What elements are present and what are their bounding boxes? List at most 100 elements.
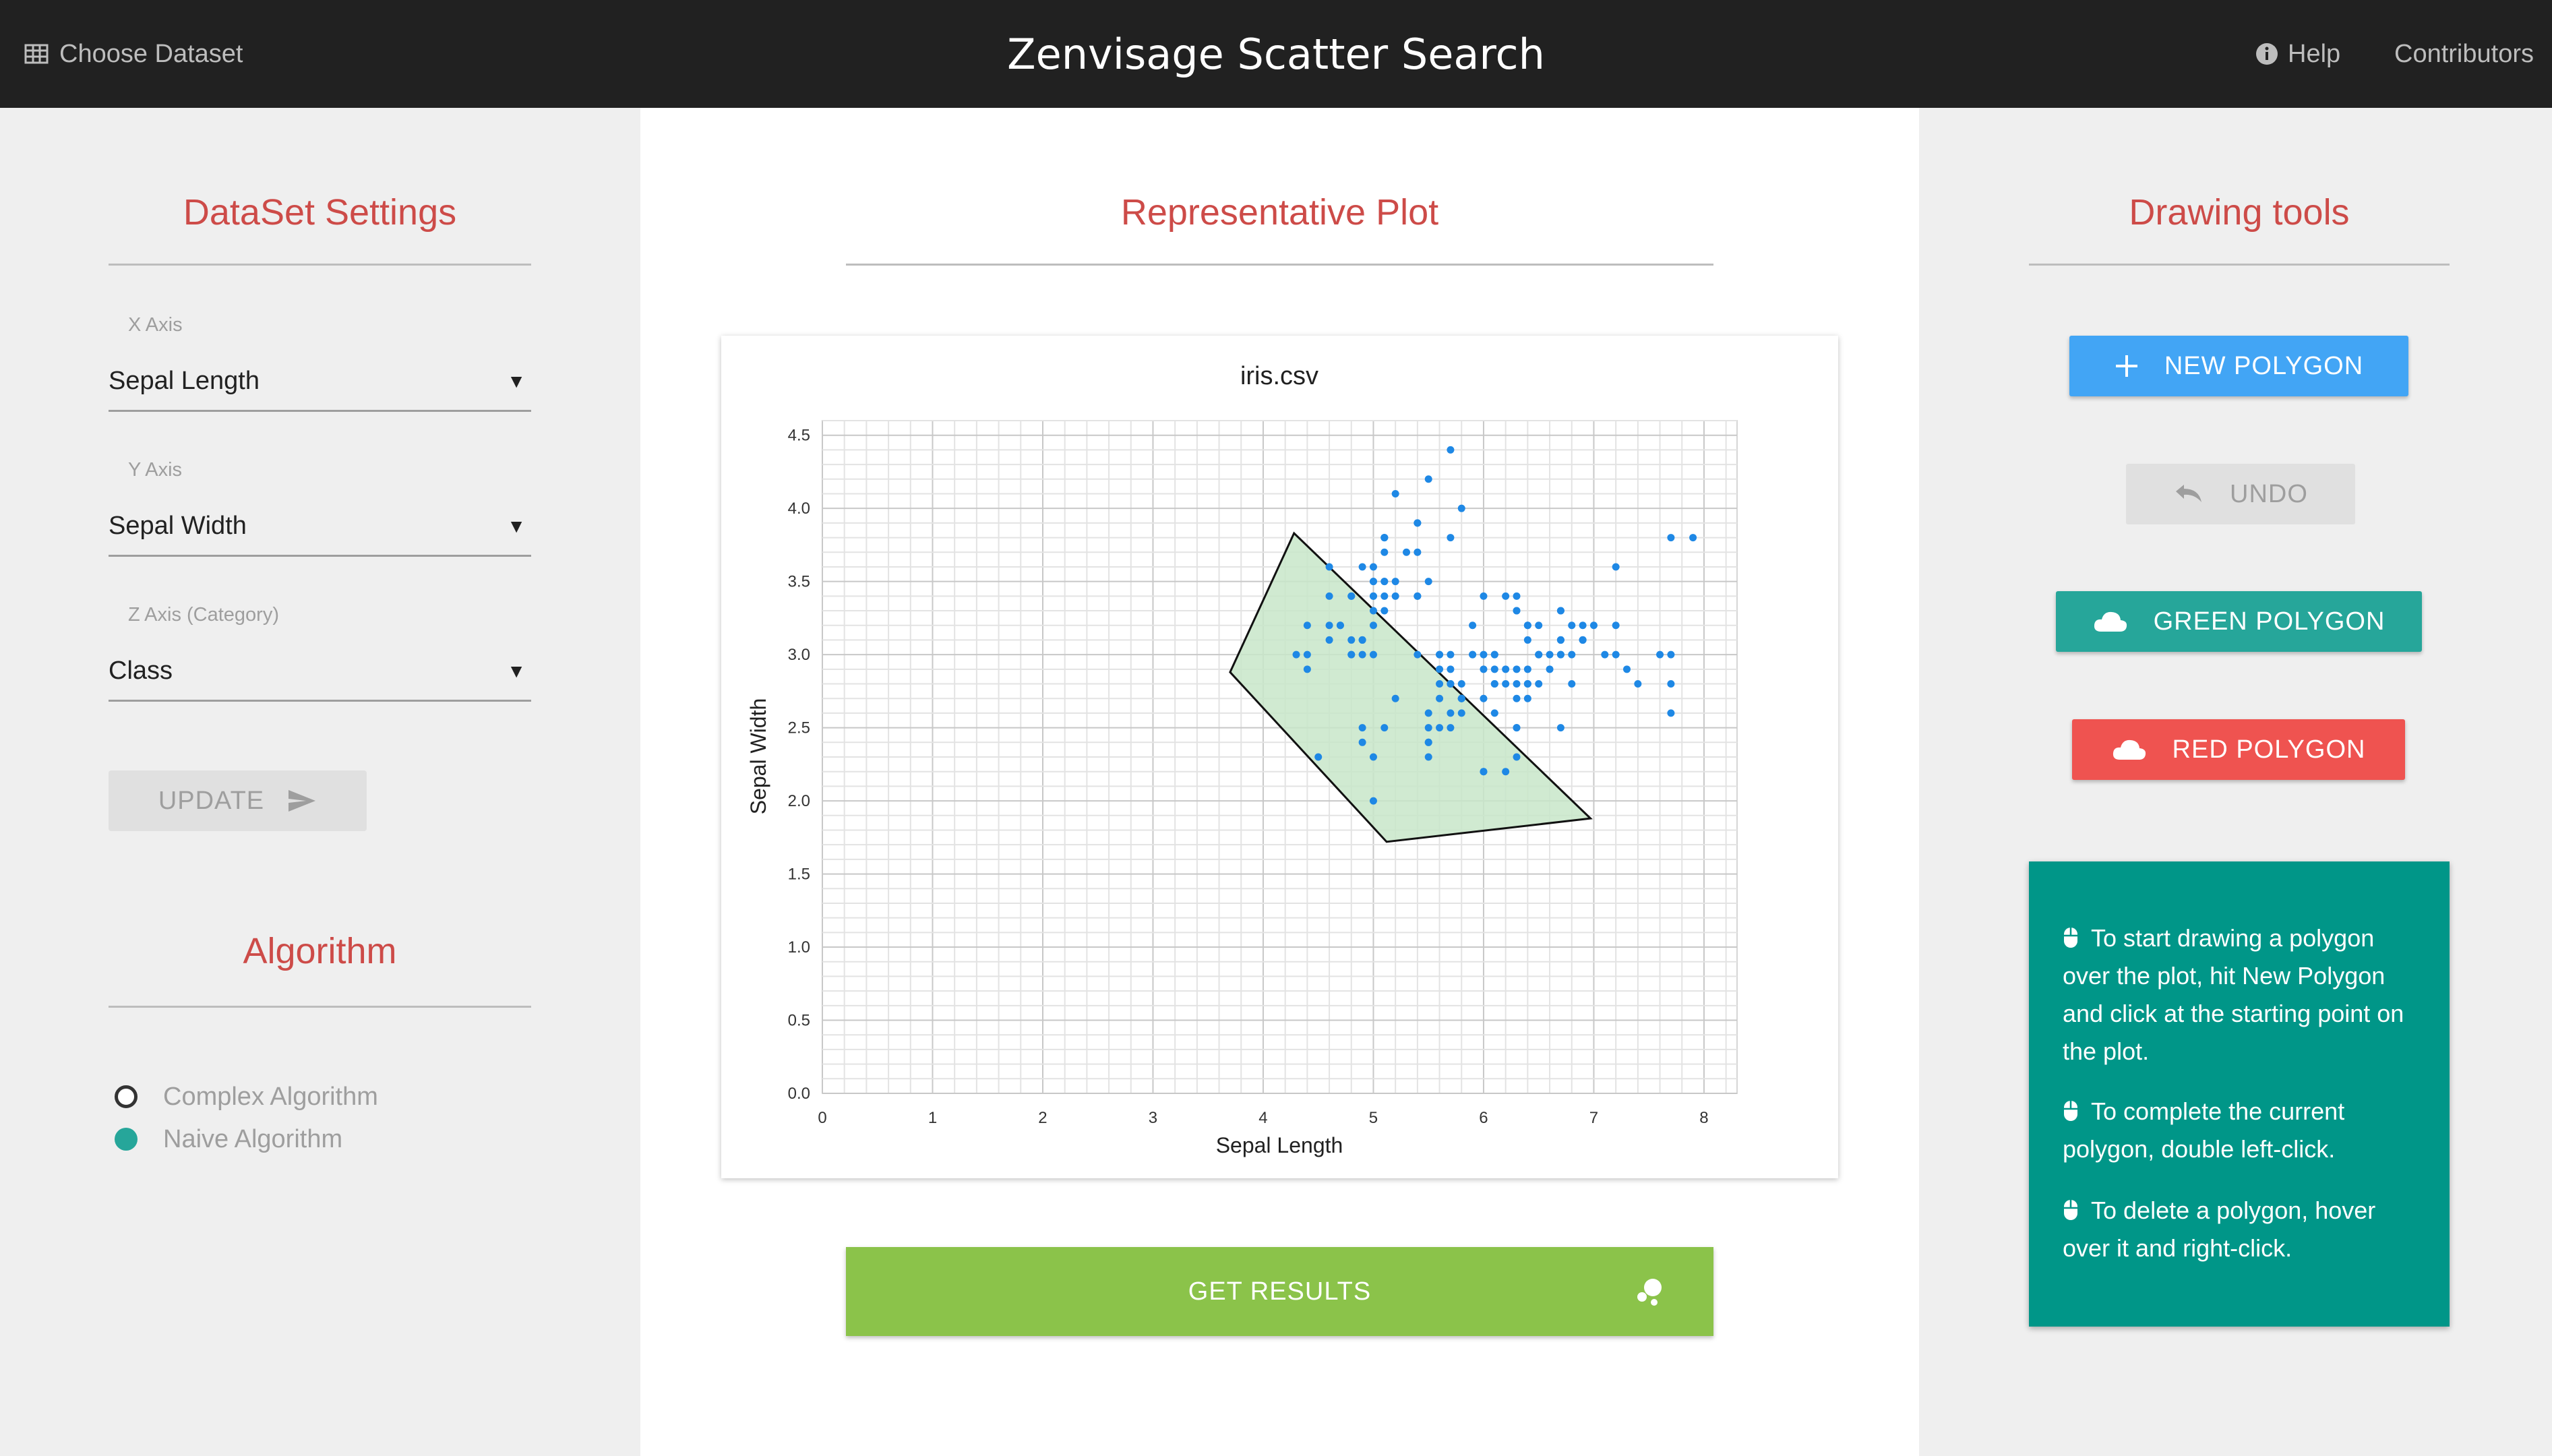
data-point xyxy=(1490,665,1498,673)
cloud-icon xyxy=(2113,739,2146,760)
data-point xyxy=(1469,650,1477,659)
help-item: To start drawing a polygon over the plot… xyxy=(2063,919,2427,1070)
data-point xyxy=(1546,650,1554,659)
x-tick-label: 2 xyxy=(1038,1109,1047,1127)
divider xyxy=(109,264,531,266)
data-point xyxy=(1502,592,1510,600)
data-point xyxy=(1523,694,1531,702)
help-text: To complete the current polygon, double … xyxy=(2063,1097,2345,1163)
data-point xyxy=(1480,665,1488,673)
data-point xyxy=(1689,534,1697,542)
data-point xyxy=(1523,680,1531,688)
drawing-tools-heading: Drawing tools xyxy=(2129,192,2350,233)
scatter-plot[interactable]: 0 1 2 3 4 5 6 7 80.00.51.01.52.02.53.03.54.04.5 … xyxy=(721,336,1838,1178)
y-tick-label: 1.0 xyxy=(788,938,810,957)
mouse-icon xyxy=(2064,928,2077,948)
radio-label: Naive Algorithm xyxy=(163,1124,343,1153)
data-point xyxy=(1369,607,1377,615)
data-point xyxy=(1369,650,1377,659)
data-point xyxy=(1513,724,1521,732)
mouse-icon xyxy=(2064,1200,2077,1220)
data-point xyxy=(1447,680,1455,688)
z-axis-label: Z Axis (Category) xyxy=(128,604,279,626)
y-axis-title: Sepal Width xyxy=(746,698,770,815)
data-point xyxy=(1314,753,1323,761)
radio-unchecked-icon xyxy=(115,1085,138,1108)
y-axis-select[interactable]: Sepal Width ▼ xyxy=(109,501,531,557)
data-point xyxy=(1556,724,1564,732)
data-point xyxy=(1347,636,1356,644)
radio-checked-icon xyxy=(115,1128,138,1151)
y-tick-label: 2.0 xyxy=(788,792,810,810)
undo-icon xyxy=(2176,485,2202,502)
undo-button[interactable]: UNDO xyxy=(2126,464,2355,524)
data-point xyxy=(1523,636,1531,644)
dropdown-arrow-icon: ▼ xyxy=(507,371,526,392)
help-link[interactable]: Help xyxy=(2255,34,2340,74)
plus-icon xyxy=(2115,355,2137,377)
data-point xyxy=(1391,489,1399,497)
x-axis-select[interactable]: Sepal Length ▼ xyxy=(109,356,531,412)
data-point xyxy=(1480,768,1488,776)
data-point xyxy=(1535,680,1543,688)
data-point xyxy=(1656,650,1664,659)
x-axis-title: Sepal Length xyxy=(1216,1133,1343,1157)
data-point xyxy=(1490,680,1498,688)
data-point xyxy=(1403,548,1411,556)
y-tick-label: 1.5 xyxy=(788,866,810,884)
contributors-link[interactable]: Contributors xyxy=(2394,34,2534,74)
z-axis-select[interactable]: Class ▼ xyxy=(109,646,531,702)
plot-card[interactable]: 0 1 2 3 4 5 6 7 8 0.0 0.5 1.0 1.5 2.0 2.5 3.0 3.5 4.0 4.5 … xyxy=(721,336,1838,1178)
data-point xyxy=(1556,607,1564,615)
data-point xyxy=(1457,709,1465,717)
green-polygon-button[interactable]: GREEN POLYGON xyxy=(2056,591,2422,652)
data-point xyxy=(1414,519,1422,527)
representative-plot-heading: Representative Plot xyxy=(1120,192,1439,233)
choose-dataset-button[interactable]: Choose Dataset xyxy=(24,34,243,74)
data-point xyxy=(1303,665,1311,673)
y-tick-label: 4.0 xyxy=(788,499,810,518)
x-tick-label: 5 xyxy=(1369,1109,1378,1127)
data-point xyxy=(1325,621,1333,630)
data-point xyxy=(1457,504,1465,512)
data-point xyxy=(1502,665,1510,673)
undo-label: UNDO xyxy=(2230,479,2308,508)
new-polygon-button[interactable]: NEW POLYGON xyxy=(2069,336,2408,396)
data-point xyxy=(1436,694,1444,702)
x-tick-label: 3 xyxy=(1149,1109,1157,1127)
data-point xyxy=(1347,592,1356,600)
data-point xyxy=(1391,694,1399,702)
data-point xyxy=(1358,738,1366,746)
get-results-button[interactable]: GET RESULTS xyxy=(846,1247,1713,1336)
top-navbar: Choose Dataset Zenvisage Scatter Search … xyxy=(0,0,2552,108)
data-point xyxy=(1424,578,1432,586)
x-tick-label: 7 xyxy=(1589,1109,1598,1127)
radio-complex-algorithm[interactable]: Complex Algorithm xyxy=(115,1080,378,1114)
dropdown-arrow-icon: ▼ xyxy=(507,661,526,681)
dropdown-arrow-icon: ▼ xyxy=(507,516,526,537)
x-tick-label: 8 xyxy=(1699,1109,1708,1127)
radio-label: Complex Algorithm xyxy=(163,1082,378,1111)
radio-naive-algorithm[interactable]: Naive Algorithm xyxy=(115,1122,342,1156)
chart-title: iris.csv xyxy=(1240,362,1318,390)
update-button[interactable]: UPDATE xyxy=(109,770,367,831)
dataset-settings-heading: DataSet Settings xyxy=(183,192,457,233)
data-point xyxy=(1447,446,1455,454)
get-results-label: GET RESULTS xyxy=(1188,1277,1372,1306)
y-axis-value: Sepal Width xyxy=(109,512,247,540)
drawing-help-box: To start drawing a polygon over the plot… xyxy=(2029,861,2450,1327)
data-point xyxy=(1447,650,1455,659)
red-polygon-label: RED POLYGON xyxy=(2172,735,2366,764)
data-point xyxy=(1513,592,1521,600)
y-tick-label: 0.0 xyxy=(788,1085,810,1103)
data-point xyxy=(1325,636,1333,644)
data-point xyxy=(1369,592,1377,600)
data-point xyxy=(1424,753,1432,761)
cloud-icon xyxy=(2094,611,2127,632)
update-label: UPDATE xyxy=(158,786,265,815)
send-icon xyxy=(288,790,316,812)
red-polygon-button[interactable]: RED POLYGON xyxy=(2072,719,2405,780)
data-point xyxy=(1480,650,1488,659)
data-point xyxy=(1612,621,1620,630)
data-point xyxy=(1358,636,1366,644)
